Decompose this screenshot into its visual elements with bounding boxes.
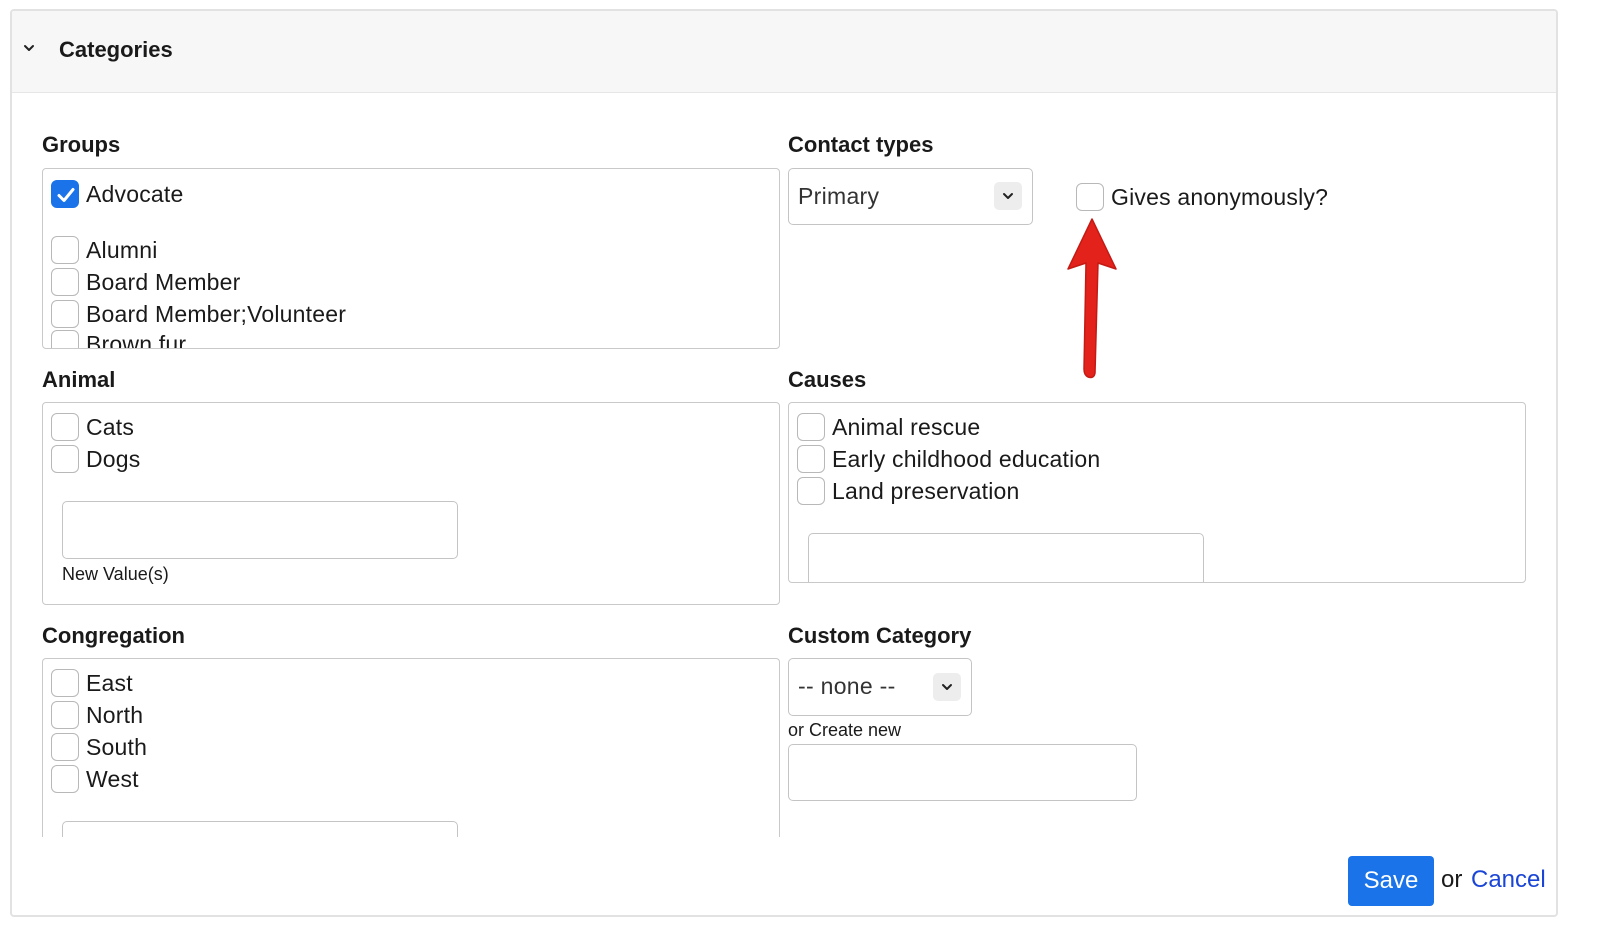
group-item-label: Alumni	[86, 236, 158, 263]
custom-category-label: Custom Category	[788, 623, 972, 648]
chevron-down-icon	[933, 673, 961, 701]
congregation-list[interactable]: East North South West	[42, 658, 780, 837]
new-values-label: New Value(s)	[62, 564, 169, 584]
save-button[interactable]: Save	[1348, 856, 1434, 906]
checkbox[interactable]	[51, 300, 79, 328]
animal-item-label: Cats	[86, 413, 135, 440]
congregation-new-value-input[interactable]	[62, 821, 458, 837]
panel-header[interactable]: Categories	[12, 11, 1556, 93]
cause-item-early-childhood-education[interactable]: Early childhood education	[797, 444, 1100, 474]
gives-anonymously-label: Gives anonymously?	[1111, 183, 1329, 210]
cancel-link[interactable]: Cancel	[1471, 866, 1546, 894]
checkbox[interactable]	[51, 669, 79, 697]
congregation-item-west[interactable]: West	[51, 764, 139, 794]
cause-item-label: Animal rescue	[832, 413, 981, 440]
groups-list[interactable]: Advocate Alumni Board Member Board Membe…	[42, 168, 780, 349]
cause-item-animal-rescue[interactable]: Animal rescue	[797, 412, 980, 442]
congregation-item-south[interactable]: South	[51, 732, 147, 762]
group-item-label: Advocate	[86, 180, 184, 207]
animal-item-cats[interactable]: Cats	[51, 412, 134, 442]
groups-label: Groups	[42, 132, 121, 157]
cause-item-label: Early childhood education	[832, 445, 1101, 472]
checkbox[interactable]	[797, 445, 825, 473]
gives-anonymously-option[interactable]: Gives anonymously?	[1076, 182, 1328, 212]
or-text: or	[1441, 866, 1463, 893]
group-item-board-member-volunteer[interactable]: Board Member;Volunteer	[51, 299, 346, 329]
group-item-label: Brown fur	[86, 330, 187, 349]
animal-item-dogs[interactable]: Dogs	[51, 444, 141, 474]
congregation-item-label: East	[86, 669, 133, 696]
panel-title: Categories	[59, 37, 173, 62]
group-item-alumni[interactable]: Alumni	[51, 235, 158, 265]
contact-types-select[interactable]: Primary	[788, 168, 1033, 225]
congregation-item-label: North	[86, 701, 144, 728]
select-value: Primary	[798, 183, 880, 209]
cause-item-land-preservation[interactable]: Land preservation	[797, 476, 1020, 506]
animal-new-value-input[interactable]	[62, 501, 458, 559]
group-item-advocate[interactable]: Advocate	[51, 179, 184, 209]
congregation-item-label: West	[86, 765, 139, 792]
group-item-board-member[interactable]: Board Member	[51, 267, 241, 297]
select-value: -- none --	[798, 673, 896, 699]
checkbox[interactable]	[51, 733, 79, 761]
checkbox[interactable]	[51, 445, 79, 473]
causes-list[interactable]: Animal rescue Early childhood education …	[788, 402, 1526, 583]
animal-item-label: Dogs	[86, 445, 141, 472]
red-arrow-annotation	[1067, 218, 1117, 379]
custom-category-select[interactable]: -- none --	[788, 658, 972, 716]
congregation-item-label: South	[86, 733, 148, 760]
gives-anonymously-checkbox[interactable]	[1076, 183, 1104, 211]
cause-item-label: Land preservation	[832, 477, 1020, 504]
create-new-label: or Create new	[788, 720, 902, 740]
animal-label: Animal	[42, 367, 116, 392]
chevron-down-icon	[994, 182, 1022, 210]
group-item-label: Board Member;Volunteer	[86, 300, 347, 327]
group-item-label: Board Member	[86, 268, 241, 295]
create-new-category-input[interactable]	[788, 744, 1137, 801]
checkbox[interactable]	[51, 765, 79, 793]
checkbox[interactable]	[51, 268, 79, 296]
causes-label: Causes	[788, 367, 867, 392]
congregation-label: Congregation	[42, 623, 185, 648]
checkbox[interactable]	[51, 236, 79, 264]
group-item-brown-fur[interactable]: Brown fur	[51, 329, 187, 349]
causes-new-value-input[interactable]	[808, 533, 1204, 582]
checkbox[interactable]	[51, 701, 79, 729]
congregation-item-east[interactable]: East	[51, 668, 133, 698]
animal-list[interactable]: Cats Dogs New Value(s)	[42, 402, 780, 605]
checkbox[interactable]	[797, 413, 825, 441]
checkbox-checked[interactable]	[51, 180, 79, 208]
checkbox[interactable]	[51, 413, 79, 441]
checkbox[interactable]	[51, 330, 79, 348]
chevron-down-icon[interactable]	[22, 41, 36, 55]
checkbox[interactable]	[797, 477, 825, 505]
contact-types-label: Contact types	[788, 132, 934, 157]
congregation-item-north[interactable]: North	[51, 700, 143, 730]
